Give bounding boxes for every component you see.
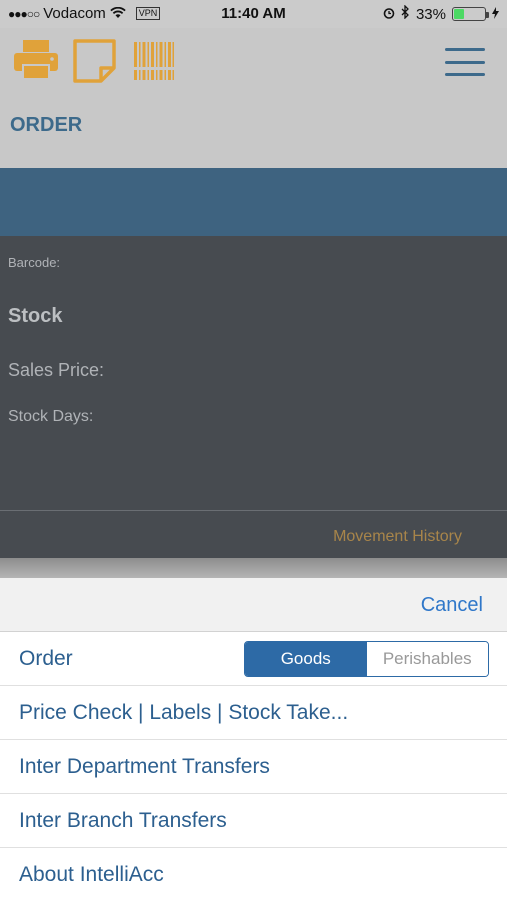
bluetooth-icon: [401, 4, 410, 23]
battery-percent: 33%: [415, 5, 446, 23]
barcode-label: Barcode:: [8, 255, 61, 270]
menu-line: [445, 48, 485, 51]
action-sheet: Cancel Order Goods Perishables Price Che…: [0, 578, 507, 900]
menu-item-inter-branch-transfers[interactable]: Inter Branch Transfers: [0, 794, 507, 848]
page-title: ORDER: [10, 114, 83, 136]
battery-nub: [486, 12, 489, 18]
menu-item-label: About IntelliAcc: [19, 863, 164, 886]
movement-history-link[interactable]: Movement History: [333, 528, 462, 546]
action-sheet-header: Cancel: [0, 578, 507, 632]
menu-line: [445, 60, 485, 64]
divider: [0, 510, 507, 511]
menu-item-label: Inter Branch Transfers: [19, 809, 227, 832]
printer-icon[interactable]: [12, 38, 60, 87]
menu-line: [445, 73, 485, 76]
menu-item-label: Inter Department Transfers: [19, 755, 270, 778]
cancel-button[interactable]: Cancel: [421, 594, 483, 617]
menu-item-price-check[interactable]: Price Check | Labels | Stock Take...: [0, 686, 507, 740]
menu-item-about[interactable]: About IntelliAcc: [0, 848, 507, 900]
toggle-goods[interactable]: Goods: [245, 642, 367, 676]
menu-item-order[interactable]: Order Goods Perishables: [0, 632, 507, 686]
overlay-shadow: [0, 558, 507, 578]
stock-label: Stock: [8, 305, 63, 327]
item-detail-panel: Barcode: Stock Sales Price: Stock Days: …: [0, 236, 507, 558]
menu-item-label: Order: [19, 647, 73, 670]
order-type-toggle: Goods Perishables: [244, 641, 489, 677]
menu-item-label: Price Check | Labels | Stock Take...: [19, 701, 349, 724]
header-band: [0, 168, 507, 236]
barcode-icon[interactable]: [133, 41, 175, 86]
status-bar: ●●●○○ Vodacom VPN 11:40 AM 33%: [0, 0, 507, 28]
app-header: ORDER: [0, 28, 507, 168]
note-icon[interactable]: [72, 38, 118, 89]
alarm-icon: [383, 6, 395, 23]
charging-icon: [492, 6, 499, 23]
toggle-perishables[interactable]: Perishables: [366, 642, 488, 676]
menu-item-inter-department-transfers[interactable]: Inter Department Transfers: [0, 740, 507, 794]
hamburger-menu-icon[interactable]: [445, 48, 485, 76]
battery-icon: [452, 7, 489, 21]
battery-fill: [454, 9, 464, 19]
status-right: 33%: [383, 4, 499, 23]
sales-price-label: Sales Price:: [8, 360, 105, 380]
stock-days-label: Stock Days:: [8, 408, 94, 425]
